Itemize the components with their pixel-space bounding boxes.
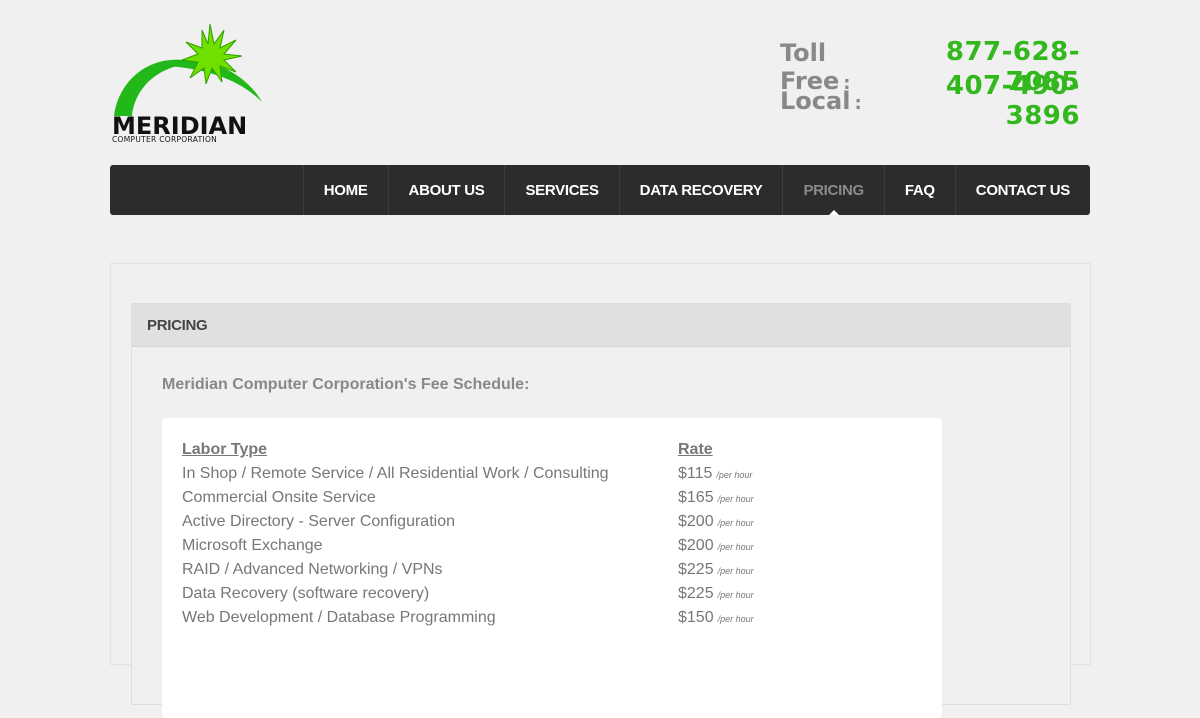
labor-type: In Shop / Remote Service / All Residenti… — [182, 465, 609, 482]
logo-mark-icon — [114, 23, 262, 116]
nav-item-contact-us[interactable]: CONTACT US — [954, 165, 1090, 215]
pricing-panel: PRICING Meridian Computer Corporation's … — [131, 303, 1071, 718]
fee-table: Labor Type Rate In Shop / Remote Service… — [182, 438, 878, 630]
rate-cell: $200/per hour — [678, 534, 878, 558]
rate-value: $165 — [678, 489, 714, 506]
content-area: PRICING Meridian Computer Corporation's … — [110, 263, 1091, 718]
table-row: Commercial Onsite Service $165/per hour — [182, 486, 878, 510]
rate-value: $225 — [678, 585, 714, 602]
rate-value: $115 — [678, 465, 713, 482]
rate-cell: $225/per hour — [678, 558, 878, 582]
fee-schedule-heading: Meridian Computer Corporation's Fee Sche… — [162, 376, 530, 393]
phone-number[interactable]: 407-490-3896 — [890, 71, 1080, 131]
table-row: Web Development / Database Programming $… — [182, 606, 878, 630]
column-header-labor-type: Labor Type — [182, 441, 268, 458]
rate-unit: /per hour — [717, 542, 754, 552]
table-row: Data Recovery (software recovery) $225/p… — [182, 582, 878, 606]
rate-unit: /per hour — [717, 518, 754, 528]
labor-type: Active Directory - Server Configuration — [182, 513, 455, 530]
table-row: RAID / Advanced Networking / VPNs $225/p… — [182, 558, 878, 582]
column-header-rate: Rate — [678, 441, 713, 458]
phone-label: Local: — [780, 87, 862, 115]
phone-row-local: Local: 407-490-3896 — [780, 71, 1080, 131]
rate-cell: $115/per hour — [678, 462, 878, 486]
labor-type: Microsoft Exchange — [182, 537, 323, 554]
rate-unit: /per hour — [717, 566, 754, 576]
phone-numbers: Toll Free: 877-628-7085 Local: 407-490-3… — [780, 37, 1080, 131]
rate-value: $150 — [678, 609, 714, 626]
rate-value: $200 — [678, 513, 714, 530]
labor-type: Commercial Onsite Service — [182, 489, 376, 506]
rate-cell: $225/per hour — [678, 582, 878, 606]
rate-cell: $165/per hour — [678, 486, 878, 510]
nav-item-faq[interactable]: FAQ — [883, 165, 955, 215]
rate-cell: $150/per hour — [678, 606, 878, 630]
company-logo[interactable]: MERIDIAN COMPUTER CORPORATION — [110, 22, 266, 146]
nav-item-home[interactable]: HOME — [302, 165, 388, 215]
fee-schedule-box: Labor Type Rate In Shop / Remote Service… — [162, 418, 942, 718]
labor-type: Data Recovery (software recovery) — [182, 585, 430, 602]
labor-type: RAID / Advanced Networking / VPNs — [182, 561, 443, 578]
labor-type: Web Development / Database Programming — [182, 609, 496, 626]
rate-unit: /per hour — [717, 614, 754, 624]
logo-subline: COMPUTER CORPORATION — [112, 135, 218, 144]
main-nav: HOME ABOUT US SERVICES DATA RECOVERY PRI… — [110, 165, 1090, 215]
panel-title: PRICING — [132, 304, 1070, 347]
rate-value: $200 — [678, 537, 714, 554]
rate-cell: $200/per hour — [678, 510, 878, 534]
table-row: Microsoft Exchange $200/per hour — [182, 534, 878, 558]
rate-unit: /per hour — [716, 470, 753, 480]
rate-unit: /per hour — [717, 590, 754, 600]
rate-unit: /per hour — [717, 494, 754, 504]
nav-item-about-us[interactable]: ABOUT US — [387, 165, 505, 215]
table-row: In Shop / Remote Service / All Residenti… — [182, 462, 878, 486]
nav-item-services[interactable]: SERVICES — [504, 165, 618, 215]
nav-item-pricing[interactable]: PRICING — [782, 165, 883, 215]
table-row: Active Directory - Server Configuration … — [182, 510, 878, 534]
rate-value: $225 — [678, 561, 714, 578]
nav-item-data-recovery[interactable]: DATA RECOVERY — [618, 165, 783, 215]
table-header-row: Labor Type Rate — [182, 438, 878, 462]
